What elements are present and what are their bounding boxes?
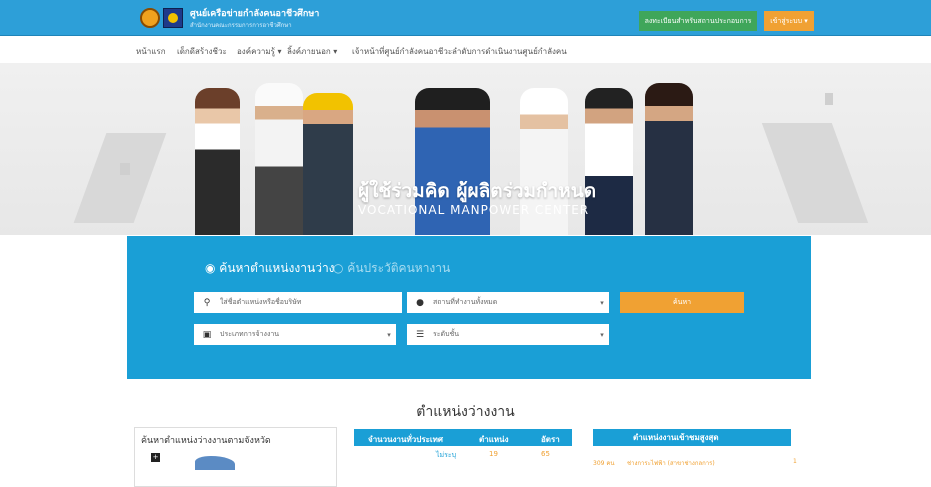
nav-item-staff[interactable]: เจ้าหน้าที่ศูนย์กำลังคนอาชีวะ — [352, 45, 452, 58]
chevron-down-icon: ▾ — [387, 330, 391, 339]
zoom-in-button[interactable]: + — [151, 453, 160, 462]
chevron-down-icon: ▾ — [600, 298, 604, 307]
site-title[interactable]: ศูนย์เครือข่ายกำลังคนอาชีวศึกษา — [190, 6, 319, 20]
level-value: ระดับชั้น — [433, 330, 460, 338]
chevron-down-icon: ▾ — [600, 330, 604, 339]
popular-count: 309 คน — [593, 460, 615, 467]
hero-person-it — [585, 88, 633, 235]
employment-type-value: ประเภทการจ้างงาน — [220, 330, 280, 338]
keyword-placeholder: ใส่ชื่อตำแหน่งหรือชื่อบริษัท — [220, 298, 302, 306]
hero-decor-stripe — [73, 133, 167, 223]
stats-table-header: จำนวนงานทั่วประเทศ ตำแหน่ง อัตรา — [354, 429, 572, 446]
keyword-input[interactable]: ⚲ ใส่ชื่อตำแหน่งหรือชื่อบริษัท — [194, 292, 402, 313]
nav-item-good-kids[interactable]: เด็กดีสร้างชีวะ — [177, 45, 227, 58]
search-button[interactable]: ค้นหา — [620, 292, 744, 313]
list-item[interactable]: 309 คน ช่างการะไฟฟ้า (สาขาช่างกลการ) 1 — [593, 458, 803, 470]
province-title: ค้นหาตำแหน่งว่างงานตามจังหวัด — [141, 436, 271, 446]
thailand-map[interactable] — [195, 456, 235, 470]
vocational-logo[interactable] — [140, 8, 160, 28]
stats-header-rate: อัตรา — [541, 435, 560, 444]
popular-rank: 1 — [793, 458, 797, 465]
popular-jobs-header: ตำแหน่งงานเข้าชมสูงสุด — [593, 429, 791, 446]
nav-item-external-links[interactable]: ลิ้งค์ภายนอก ▾ — [287, 45, 337, 58]
tab-resume-search[interactable]: ○ ค้นประวัติคนหางาน — [333, 259, 450, 278]
hero-decor-stripe — [825, 93, 833, 105]
stats-header-country: จำนวนงานทั่วประเทศ — [368, 435, 443, 444]
popular-job-name[interactable]: ช่างการะไฟฟ้า (สาขาช่างกลการ) — [627, 458, 715, 468]
stats-row-positions: 19 — [489, 450, 498, 458]
ministry-logo[interactable] — [163, 8, 183, 28]
stats-row-label[interactable]: ไม่ระบุ — [436, 450, 456, 461]
main-nav: หน้าแรก เด็กดีสร้างชีวะ องค์ความรู้ ▾ ลิ… — [0, 37, 931, 63]
site-subtitle: สำนักงานคณะกรรมการการอาชีวศึกษา — [190, 22, 292, 29]
province-map-box: ค้นหาตำแหน่งว่างงานตามจังหวัด + — [134, 427, 337, 487]
hero-decor-stripe — [761, 123, 869, 223]
stats-header-positions: ตำแหน่ง — [479, 435, 509, 444]
table-row[interactable]: ไม่ระบุ 19 65 — [354, 448, 572, 462]
hero-subheadline: VOCATIONAL MANPOWER CENTER — [358, 203, 590, 217]
location-select[interactable]: ● สถานที่ทำงานทั้งหมด ▾ — [407, 292, 609, 313]
hero-person-engineer — [303, 93, 353, 235]
list-icon: ☰ — [415, 329, 425, 340]
hero-banner: ผู้ใช้ร่วมคิด ผู้ผลิตร่วมกำหนด VOCATIONA… — [0, 63, 931, 235]
section-title: ตำแหน่งว่างงาน — [416, 404, 515, 420]
nav-item-process[interactable]: ลำดับการดำเนินงานศูนย์กำลังคน — [452, 45, 567, 58]
nav-item-home[interactable]: หน้าแรก — [136, 45, 166, 58]
location-value: สถานที่ทำงานทั้งหมด — [433, 298, 498, 306]
hero-person-waiter — [645, 83, 693, 235]
tab-job-search[interactable]: ◉ ค้นหาตำแหน่งงานว่าง — [205, 259, 335, 278]
employment-type-select[interactable]: ▣ ประเภทการจ้างงาน ▾ — [194, 324, 396, 345]
stats-row-rate: 65 — [541, 450, 550, 458]
hero-person-chef — [255, 83, 303, 235]
hero-decor-stripe — [120, 163, 130, 175]
level-select[interactable]: ☰ ระดับชั้น ▾ — [407, 324, 609, 345]
search-icon: ⚲ — [203, 297, 211, 308]
job-search-panel: ◉ ค้นหาตำแหน่งงานว่าง ○ ค้นประวัติคนหางา… — [127, 236, 811, 379]
nav-item-knowledge[interactable]: องค์ความรู้ ▾ — [237, 45, 282, 58]
hero-headline: ผู้ใช้ร่วมคิด ผู้ผลิตร่วมกำหนด — [358, 180, 597, 202]
register-button[interactable]: ลงทะเบียนสำหรับสถานประกอบการ — [639, 11, 757, 31]
top-header: ศูนย์เครือข่ายกำลังคนอาชีวศึกษา สำนักงาน… — [0, 0, 931, 36]
briefcase-icon: ▣ — [202, 329, 212, 340]
hero-person-student — [195, 88, 240, 235]
login-button[interactable]: เข้าสู่ระบบ ▾ — [764, 11, 814, 31]
map-pin-icon: ● — [416, 297, 424, 308]
